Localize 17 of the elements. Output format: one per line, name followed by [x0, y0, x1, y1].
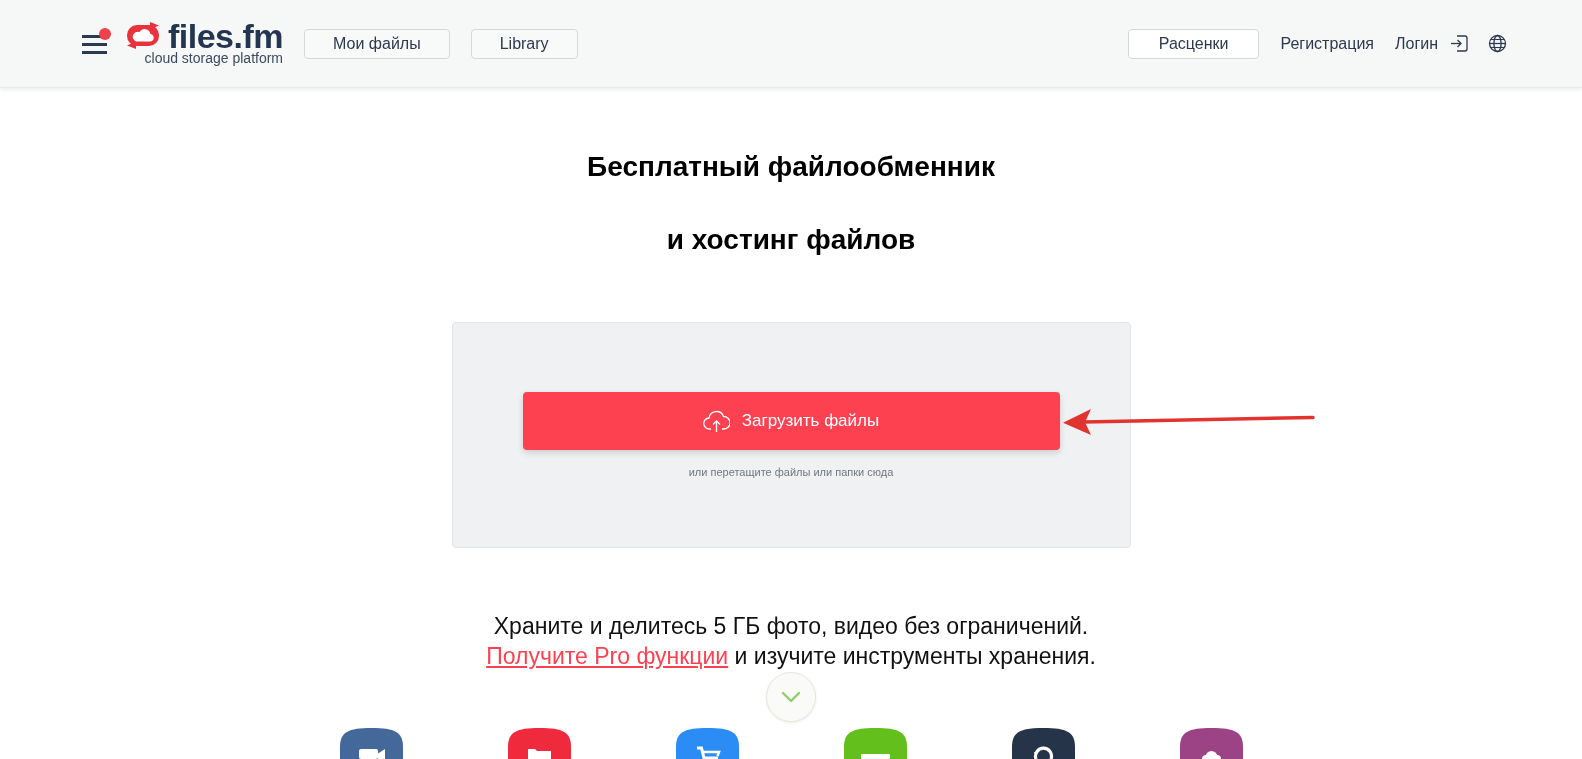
drop-hint: или перетащите файлы или папки сюда: [688, 465, 894, 479]
menu-icon[interactable]: [82, 33, 107, 54]
brand-tagline: cloud storage platform: [144, 50, 284, 66]
globe-icon[interactable]: [1488, 34, 1507, 53]
brand-name[interactable]: files.fm: [168, 21, 284, 50]
pricing-button[interactable]: Расценки: [1127, 28, 1260, 59]
login-link[interactable]: Логин: [1395, 31, 1438, 56]
nav-button[interactable]: Мои файлы: [304, 28, 450, 59]
nav-link[interactable]: Регистрация: [1280, 31, 1374, 56]
login-icon[interactable]: [1450, 34, 1468, 53]
headline: и хостинг файлов: [666, 223, 916, 257]
cloud-upload-icon: [702, 409, 730, 433]
logo-icon[interactable]: [125, 22, 161, 49]
promo-text: Храните и делитесь 5 ГБ фото, видео без ограничений. Получите Pro функции и изучите инструменты хранения.: [486, 612, 1096, 671]
headline: Бесплатный файлообменник: [587, 150, 995, 184]
nav-button[interactable]: Library: [470, 28, 578, 59]
chevron-down-icon: [781, 691, 801, 703]
